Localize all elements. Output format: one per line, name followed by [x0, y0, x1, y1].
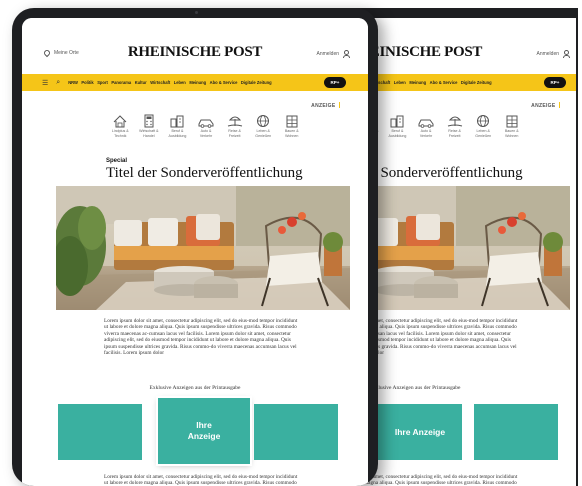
search-icon[interactable]: ⌕: [56, 79, 60, 87]
nav-item-wirtschaft[interactable]: Wirtschaft: [150, 80, 170, 85]
nav-item-panorama[interactable]: Panorama: [111, 80, 131, 85]
print-ad-tile-3[interactable]: [474, 404, 558, 460]
menu-icon[interactable]: ☰: [42, 79, 48, 87]
category-item[interactable]: Auto & Verkehr: [192, 114, 221, 144]
category-item[interactable]: Leben & Genießen: [249, 114, 278, 144]
category-item[interactable]: Reise & Freizeit: [220, 114, 249, 144]
globe-icon: [477, 115, 490, 127]
category-label: Wirtschaft & Handel: [139, 129, 159, 138]
nav-item-leben[interactable]: Leben: [174, 80, 186, 85]
category-label: Beruf & Ausbildung: [168, 129, 187, 138]
category-label: Auto & Verkehr: [199, 129, 213, 138]
main-navigation: ☰ ⌕ NRWPolitik SportPanorama KulturWirtsch…: [22, 74, 368, 91]
category-item[interactable]: Reise & Freizeit: [440, 114, 469, 144]
print-ad-tile-3[interactable]: [254, 404, 338, 460]
nav-item-politik[interactable]: Politik: [81, 80, 93, 85]
article-body-1: Lorem ipsum dolor sit amet, consectetur …: [104, 318, 298, 357]
login-link[interactable]: Anmelden: [316, 50, 350, 58]
patio-photo: [56, 186, 350, 310]
category-item[interactable]: Bauen & Wohnen: [497, 114, 526, 144]
your-ad-label: Ihre Anzeige: [394, 426, 446, 437]
nav-item-abo-service[interactable]: Abo & Service: [210, 80, 238, 85]
building-icon: [286, 115, 298, 128]
globe-icon: [257, 115, 270, 127]
tablet-front-screen: Meine Orte RHEINISCHE POST Anmelden ☰ ⌕ …: [22, 18, 368, 486]
car-icon: [198, 119, 214, 128]
rp-plus-button[interactable]: RP+: [324, 77, 346, 88]
nav-item-meinung[interactable]: Meinung: [409, 80, 426, 85]
house-icon: [113, 115, 127, 128]
category-item[interactable]: Auto & Verkehr: [412, 114, 441, 144]
buildings-icon: [390, 115, 404, 128]
category-item[interactable]: Bauen & Wohnen: [277, 114, 306, 144]
category-label: Leben & Genießen: [475, 129, 492, 138]
nav-item-kultur[interactable]: Kultur: [135, 80, 147, 85]
site-header: Meine Orte RHEINISCHE POST Anmelden: [22, 18, 368, 74]
category-item[interactable]: Wirtschaft & Handel: [135, 114, 164, 144]
category-label: Bauen & Wohnen: [504, 129, 519, 138]
category-label: Reise & Freizeit: [448, 129, 461, 138]
beach-icon: [447, 116, 462, 127]
nav-item-nrw[interactable]: NRW: [68, 80, 78, 85]
rp-plus-button[interactable]: RP+: [544, 77, 566, 88]
category-label: Bauen & Wohnen: [284, 129, 299, 138]
your-ad-label: Ihre Anzeige: [187, 420, 221, 441]
article-body-2: Lorem ipsum dolor sit amet, consectetur …: [104, 474, 298, 486]
camera-icon: [195, 11, 198, 14]
nav-item-leben[interactable]: Leben: [394, 80, 406, 85]
hero-image: [56, 186, 350, 310]
ad-marker: ANZEIGE: [531, 102, 560, 109]
buildings-icon: [170, 115, 184, 128]
ad-marker: ANZEIGE: [311, 102, 340, 109]
nav-item-meinung[interactable]: Meinung: [189, 80, 206, 85]
nav-item-digitale-zeitung[interactable]: Digitale Zeitung: [241, 80, 272, 85]
category-label: Leben & Genießen: [255, 129, 272, 138]
category-label: Lindplus & Technik: [111, 129, 129, 138]
calculator-icon: [144, 114, 154, 128]
category-bar: Lindplus & Technik Wirtschaft & Handel Ber…: [106, 114, 306, 144]
car-icon: [418, 119, 434, 128]
article-kicker: Special: [106, 158, 128, 164]
user-icon: [563, 50, 570, 58]
user-icon: [343, 50, 350, 58]
print-ads-heading: Exklusive Anzeigen aus der Printausgabe: [149, 385, 241, 391]
category-label: Reise & Freizeit: [228, 129, 241, 138]
category-item[interactable]: Lindplus & Technik: [106, 114, 135, 144]
category-label: Beruf & Ausbildung: [388, 129, 407, 138]
tablet-front: Meine Orte RHEINISCHE POST Anmelden ☰ ⌕ …: [12, 8, 378, 486]
category-item[interactable]: Beruf & Ausbildung: [383, 114, 412, 144]
beach-icon: [227, 116, 242, 127]
category-label: Auto & Verkehr: [419, 129, 433, 138]
your-ad-tile[interactable]: Ihre Anzeige: [378, 404, 462, 460]
nav-item-digitale-zeitung[interactable]: Digitale Zeitung: [461, 80, 492, 85]
category-item[interactable]: Leben & Genießen: [469, 114, 498, 144]
login-link[interactable]: Anmelden: [536, 50, 570, 58]
print-ad-tile-1[interactable]: [58, 404, 142, 460]
article-title: Titel der Sonderveröffentlichung: [106, 165, 303, 181]
building-icon: [506, 115, 518, 128]
your-ad-tile[interactable]: Ihre Anzeige: [158, 398, 250, 464]
category-item[interactable]: Beruf & Ausbildung: [163, 114, 192, 144]
nav-item-sport[interactable]: Sport: [97, 80, 108, 85]
nav-item-abo-service[interactable]: Abo & Service: [430, 80, 458, 85]
